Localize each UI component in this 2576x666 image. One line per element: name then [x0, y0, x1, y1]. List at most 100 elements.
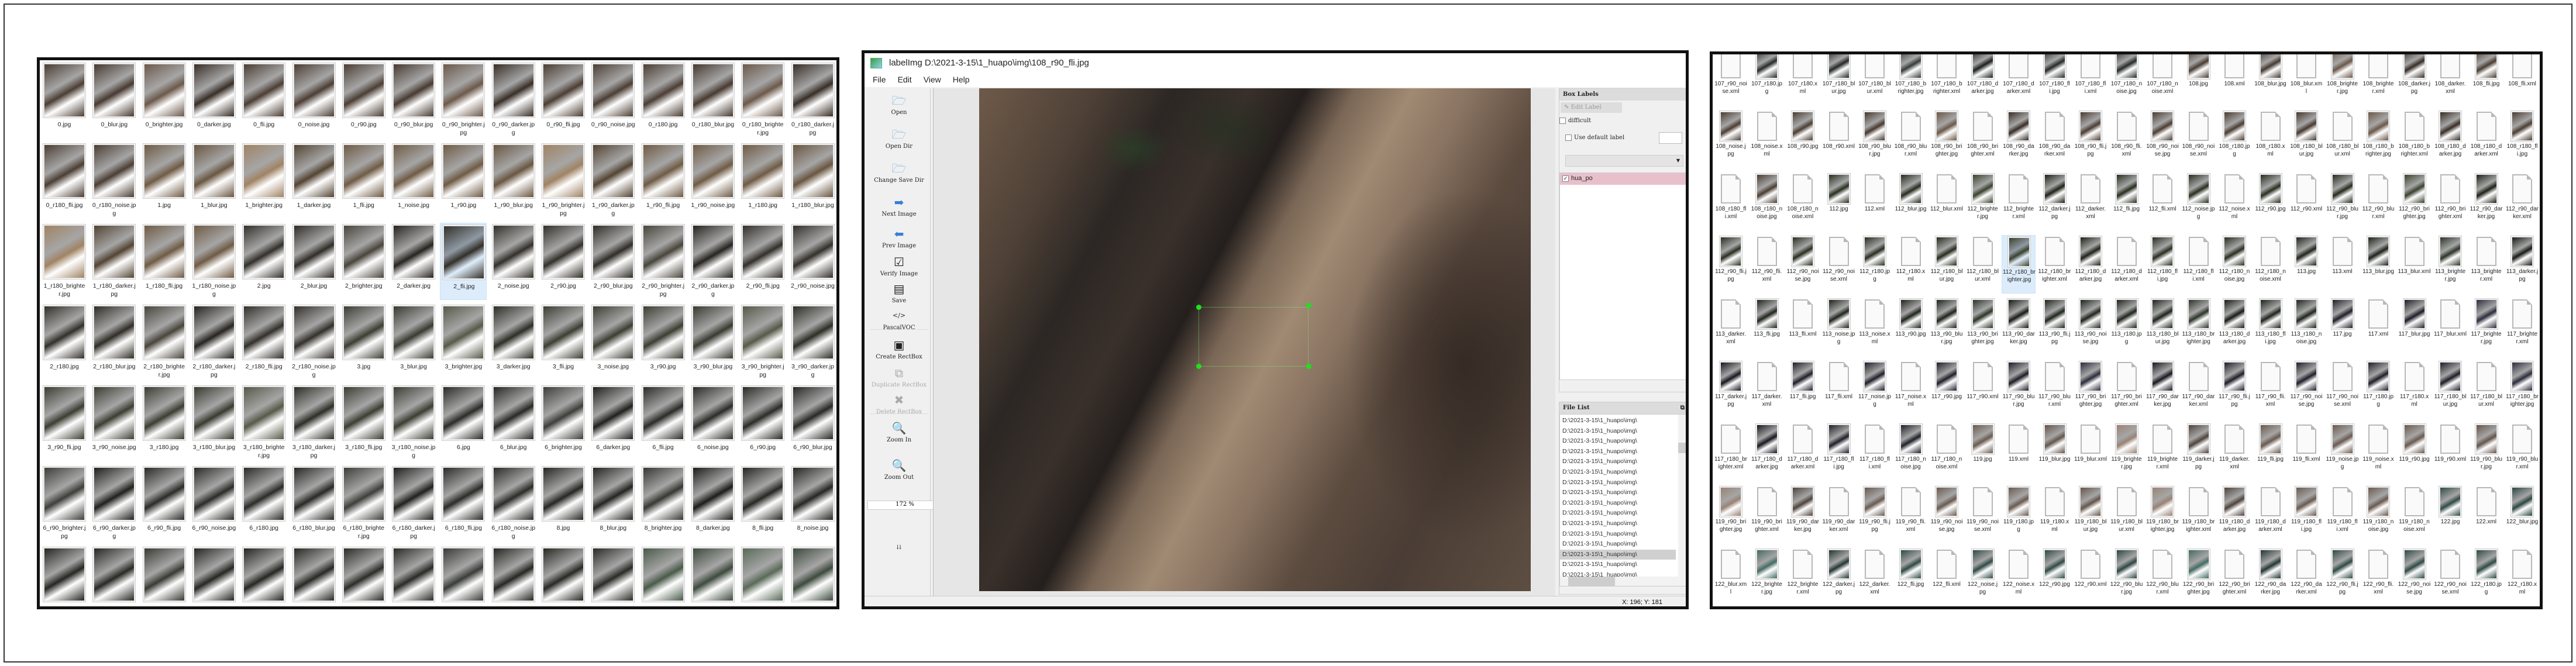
file-item[interactable]: 2_noise.jpg — [490, 223, 537, 300]
file-item[interactable]: 108_fli.xml — [2505, 54, 2539, 106]
file-item[interactable]: 1_r90.jpg — [440, 142, 487, 219]
file-item[interactable]: 108_r90_noise.xml — [2182, 110, 2216, 168]
file-item[interactable]: 3_r180_darker.jpg — [291, 384, 338, 461]
file-item[interactable]: 1_r180.jpg — [739, 142, 786, 219]
file-item[interactable]: 112_r90_darker.jpg — [2470, 172, 2503, 231]
file-item[interactable]: 3_r180_brighter.jpg — [240, 384, 287, 461]
file-item[interactable]: 113_r90_noise.jpg — [2074, 298, 2107, 356]
file-item[interactable]: 122_r90.xml — [2074, 548, 2107, 606]
file-item[interactable]: 112_r180_noise.jpg — [2217, 235, 2251, 294]
file-item[interactable]: 108_r180_darker.jpg — [2433, 110, 2467, 168]
file-list-item[interactable]: D:\2021-3-15\1_huapo\img\ — [1560, 539, 1676, 550]
file-item[interactable]: 113_r90_brighter.jpg — [1966, 298, 2000, 356]
file-item[interactable]: 108_r180_fli.xml — [1714, 172, 1748, 231]
file-item[interactable]: 112_r180_blur.xml — [1966, 235, 2000, 294]
file-item[interactable]: 3_darker.jpg — [490, 303, 537, 381]
file-item[interactable]: 107_r180_fli.xml — [2074, 54, 2107, 106]
tool-zoom-out[interactable]: 🔍 Zoom Out — [867, 459, 931, 481]
file-item[interactable]: 8_blur.jpg — [590, 465, 636, 542]
file-item[interactable]: 107_r180_blur.xml — [1858, 54, 1892, 106]
file-item[interactable]: 119_blur.xml — [2074, 423, 2107, 481]
file-item[interactable]: 108_noise.jpg — [1714, 110, 1748, 168]
horizontal-scrollbar[interactable] — [1560, 577, 1686, 586]
bbox-vertex-handle[interactable] — [1306, 303, 1311, 308]
file-item[interactable]: 107_r180_darker.xml — [2002, 54, 2036, 106]
file-item[interactable]: 119_r90_blur.xml — [2505, 423, 2539, 481]
file-item[interactable]: 3_r90_fli.jpg — [41, 384, 88, 461]
image-thumbnail[interactable] — [593, 548, 634, 601]
file-item[interactable]: 112_r180_brighter.xml — [2038, 235, 2072, 294]
file-item[interactable]: 108_r90.xml — [1822, 110, 1856, 168]
file-item[interactable]: 1_noise.jpg — [390, 142, 437, 219]
file-item[interactable]: 3_r90.jpg — [640, 303, 687, 381]
file-item[interactable]: 6_r90.jpg — [739, 384, 786, 461]
file-item[interactable]: 108_darker.xml — [2433, 54, 2467, 106]
file-item[interactable]: 0_r90_blur.jpg — [390, 61, 437, 139]
file-item[interactable]: 0_blur.jpg — [91, 61, 137, 139]
file-item[interactable]: 6_r180_darker.jpg — [390, 465, 437, 542]
file-item[interactable]: 1_blur.jpg — [191, 142, 237, 219]
file-item[interactable]: 2_r90_fli.jpg — [739, 223, 786, 300]
file-item[interactable]: 119_r90_brighter.jpg — [1714, 485, 1748, 544]
file-item[interactable]: 0_brighter.jpg — [141, 61, 188, 139]
file-item[interactable]: 122_fli.jpg — [1894, 548, 1928, 606]
file-item[interactable]: 2_r90_noise.jpg — [790, 223, 836, 300]
file-item[interactable]: 112_r180_fli.xml — [2182, 235, 2216, 294]
file-item[interactable]: 119_brighter.xml — [2145, 423, 2179, 481]
file-item[interactable]: 6_r180_blur.jpg — [291, 465, 338, 542]
file-item[interactable]: 117_r90.jpg — [1930, 360, 1964, 419]
file-item[interactable]: 112_darker.xml — [2074, 172, 2107, 231]
file-item[interactable]: 113_fli.jpg — [1750, 298, 1784, 356]
file-item[interactable]: 119_r180_blur.xml — [2110, 485, 2144, 544]
file-item[interactable]: 119_noise.xml — [2361, 423, 2395, 481]
file-item[interactable]: 1_r180_blur.jpg — [790, 142, 836, 219]
file-item[interactable]: 117_r90_brighter.xml — [2110, 360, 2144, 419]
file-item[interactable]: 117_r90_fli.jpg — [2217, 360, 2251, 419]
tool-create-rectbox[interactable]: ▣ Create RectBox — [867, 339, 931, 360]
file-item[interactable]: 117_r180.jpg — [2361, 360, 2395, 419]
file-item[interactable]: 117_r180_darker.jpg — [1750, 423, 1784, 481]
label-combobox[interactable]: ▼ — [1565, 155, 1683, 167]
file-item[interactable]: 117_fli.xml — [1822, 360, 1856, 419]
file-item[interactable]: 108_blur.xml — [2289, 54, 2323, 106]
tool-zoom-in[interactable]: 🔍 Zoom In — [867, 422, 931, 443]
file-item[interactable]: 108.xml — [2217, 54, 2251, 106]
file-item[interactable]: 119.xml — [2002, 423, 2036, 481]
file-item[interactable]: 117_r180_brighter.jpg — [2505, 360, 2539, 419]
file-item[interactable]: 112_r90_darker.xml — [2505, 172, 2539, 231]
file-item[interactable]: 0_r90_noise.jpg — [590, 61, 636, 139]
file-item[interactable]: 107_r180_noise.xml — [2145, 54, 2179, 106]
file-item[interactable]: 119_r180_darker.xml — [2254, 485, 2288, 544]
file-list-item[interactable]: D:\2021-3-15\1_huapo\img\ — [1560, 560, 1676, 570]
file-item[interactable]: 119_r90_brighter.xml — [1750, 485, 1784, 544]
file-item[interactable]: 113_r180.jpg — [2110, 298, 2144, 356]
file-item[interactable]: 1_r180_brighter.jpg — [41, 223, 88, 300]
file-item[interactable]: 112.jpg — [1822, 172, 1856, 231]
file-item[interactable]: 122_brighter.jpg — [1750, 548, 1784, 606]
file-item[interactable]: 108_fli.jpg — [2470, 54, 2503, 106]
bbox-vertex-handle[interactable] — [1196, 305, 1201, 310]
file-item[interactable]: 108_r180_blur.xml — [2326, 110, 2360, 168]
file-item[interactable]: 6_r180_brighter.jpg — [340, 465, 387, 542]
file-item[interactable]: 108_r180_brighter.xml — [2398, 110, 2432, 168]
file-item[interactable]: 3_r90_brighter.jpg — [739, 303, 786, 381]
file-item[interactable]: 0_r180_darker.jpg — [790, 61, 836, 139]
file-item[interactable]: 1_r90_noise.jpg — [690, 142, 736, 219]
file-list-item[interactable]: D:\2021-3-15\1_huapo\img\ — [1560, 498, 1676, 509]
file-item[interactable]: 0_noise.jpg — [291, 61, 338, 139]
file-item[interactable]: 117_r90_brighter.jpg — [2074, 360, 2107, 419]
file-item[interactable]: 119_r180_noise.jpg — [2361, 485, 2395, 544]
file-item[interactable]: 0_r180_brighter.jpg — [739, 61, 786, 139]
file-list-item[interactable]: D:\2021-3-15\1_huapo\img\ — [1560, 416, 1676, 426]
file-item[interactable]: 119_r90_fli.jpg — [1858, 485, 1892, 544]
file-item[interactable]: 117_r180_blur.jpg — [2433, 360, 2467, 419]
file-item[interactable]: 108_noise.xml — [1750, 110, 1784, 168]
file-item[interactable]: 3.jpg — [340, 303, 387, 381]
file-item[interactable]: 0_fli.jpg — [240, 61, 287, 139]
file-item[interactable]: 113.jpg — [2289, 235, 2323, 294]
file-item[interactable]: 108_darker.jpg — [2398, 54, 2432, 106]
file-item[interactable]: 108_r180_noise.xml — [1786, 172, 1820, 231]
file-item[interactable]: 117_r180_fli.xml — [1858, 423, 1892, 481]
file-item[interactable]: 119_darker.xml — [2217, 423, 2251, 481]
file-item[interactable]: 1_r90_fli.jpg — [640, 142, 687, 219]
